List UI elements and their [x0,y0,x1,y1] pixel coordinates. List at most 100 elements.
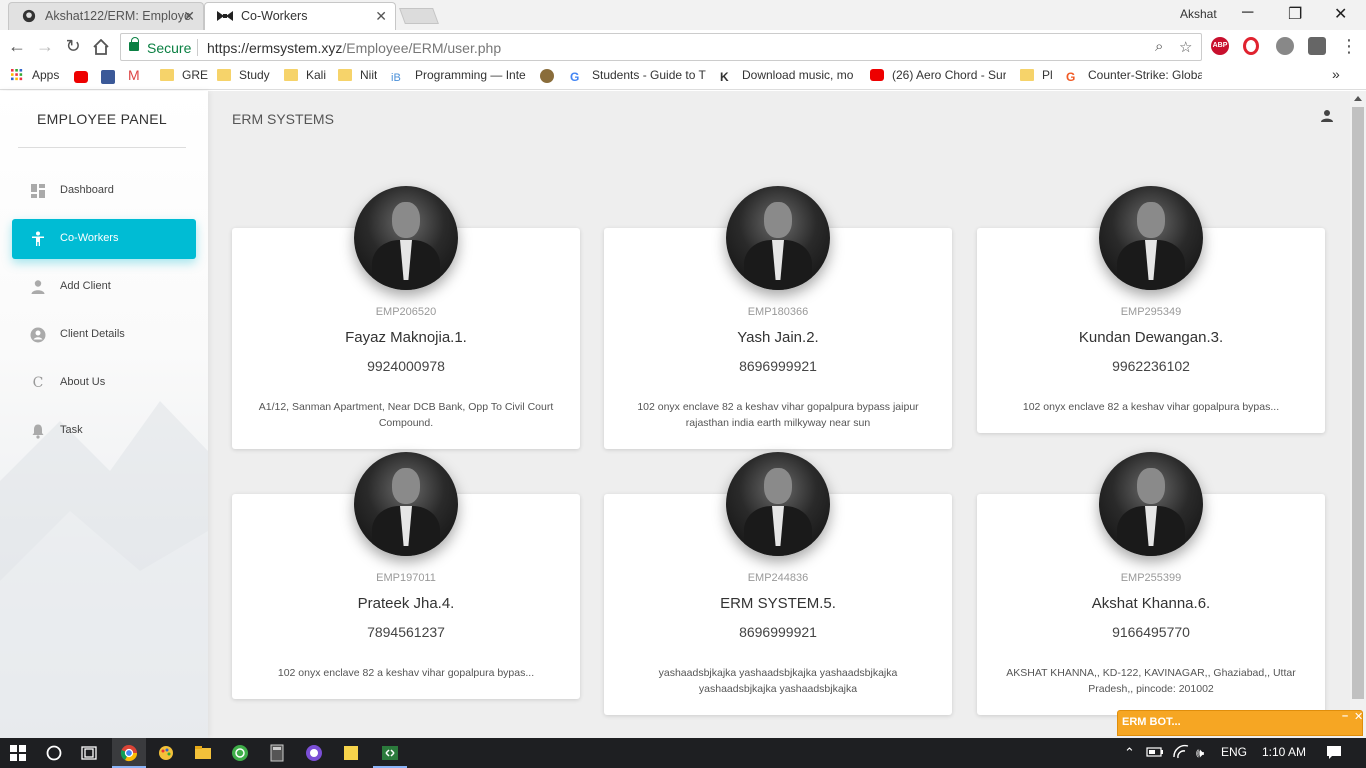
person-icon [32,231,44,246]
adblock-plus-icon[interactable]: ABP [1211,37,1229,55]
clock-time[interactable]: 1:10 AM [1262,745,1306,759]
opera-icon[interactable] [1243,37,1259,55]
browser-tab-strip: Akshat122/ERM: Employe ✕ Co-Workers ✕ Ak… [0,0,1366,30]
employee-id: EMP206520 [375,306,437,318]
menu-dots-icon[interactable]: ⋮ [1338,36,1360,57]
tab-co-workers[interactable]: Co-Workers ✕ [204,2,396,30]
minimize-icon[interactable]: ─ [1242,4,1253,22]
github-icon [22,9,36,23]
address-bar[interactable]: Secure https://ermsystem.xyz/Employee/ER… [120,33,1202,61]
employee-address: 102 onyx enclave 82 a keshav vihar gopal… [277,667,535,679]
more-bookmarks-icon[interactable]: » [1332,66,1340,82]
close-window-icon[interactable]: ✕ [1334,4,1347,24]
close-chat-icon[interactable]: ✕ [1354,710,1363,723]
volume-icon[interactable]: 🕪 [1196,745,1204,761]
bowtie-icon [217,11,233,21]
bookmark-star-icon[interactable]: ☆ [1179,38,1192,56]
bookmark-apps[interactable]: Apps [10,68,59,82]
restore-icon[interactable]: ❐ [1288,4,1302,24]
bookmark-label: Study [239,68,270,82]
app-purple-icon[interactable] [305,744,323,762]
sidebar-item-add-client[interactable]: Add Client [12,267,196,307]
shield-badge-icon[interactable] [540,69,554,83]
minimize-chat-icon[interactable]: – [1342,710,1348,722]
bookmark-download-music[interactable]: K Download music, mo [720,68,856,82]
sidebar-item-task[interactable]: Task [12,411,196,451]
bookmark-aero-chord[interactable]: (26) Aero Chord - Sur [870,68,1006,82]
gmail-icon[interactable]: M [128,67,140,83]
sidebar-item-dashboard[interactable]: Dashboard [12,171,196,211]
bookmark-study[interactable]: Study [217,68,270,82]
windows-start-icon[interactable] [10,745,26,761]
employee-id: EMP197011 [376,572,436,584]
battery-icon[interactable] [1146,745,1164,759]
sticky-notes-icon[interactable] [342,744,360,762]
scroll-up-icon[interactable] [1354,96,1362,101]
chat-bot-widget[interactable]: ERM BOT... – ✕ [1117,710,1363,736]
home-icon[interactable] [92,39,110,55]
bookmark-pl[interactable]: Pl [1020,68,1053,82]
task-view-icon[interactable] [80,744,98,762]
close-tab-icon[interactable]: ✕ [183,3,195,29]
vertical-scrollbar[interactable] [1350,91,1366,738]
tab-title: Co-Workers [241,9,308,23]
zoom-search-icon[interactable]: ⌕ [1155,38,1163,55]
k-logo-icon: K [720,70,729,82]
cortana-search-icon[interactable] [45,744,63,762]
sidebar: EMPLOYEE PANEL Dashboard Co-Workers Add … [0,91,208,738]
bookmark-students-guide[interactable]: G Students - Guide to T [570,68,706,82]
employee-card: EMP295349 Kundan Dewangan.3. 9962236102 … [977,186,1325,433]
scrollbar-thumb[interactable] [1352,107,1364,699]
secure-label: Secure [147,40,192,56]
employee-card: EMP255399 Akshat Khanna.6. 9166495770 AK… [977,452,1325,715]
taskbar-app-running[interactable] [373,738,407,768]
code-editor-icon [382,746,398,760]
forward-icon[interactable]: → [34,36,56,57]
sidebar-item-about-us[interactable]: C About Us [12,363,196,403]
tray-expand-icon[interactable]: ⌃ [1124,745,1135,761]
folder-icon [284,69,298,81]
chat-bot-title[interactable]: ERM BOT... [1122,716,1181,728]
employee-phone: 9962236102 [1112,358,1190,374]
close-tab-icon[interactable]: ✕ [375,3,387,29]
tab-github[interactable]: Akshat122/ERM: Employe ✕ [8,2,204,30]
bookmark-counter-strike[interactable]: G Counter-Strike: Globa [1066,68,1202,82]
bookmark-gre[interactable]: GRE [160,68,208,82]
account-circle-icon [30,327,46,343]
sidebar-brand[interactable]: EMPLOYEE PANEL [18,111,186,148]
youtube-icon[interactable] [74,71,88,83]
bookmark-niit[interactable]: Niit [338,68,377,82]
bookmark-label: Download music, mo [742,68,854,82]
profile-name[interactable]: Akshat [1180,7,1217,21]
page-title[interactable]: ERM SYSTEMS [232,111,334,127]
action-center-icon[interactable] [1325,744,1343,762]
paint-icon[interactable] [157,744,175,762]
extension-icon[interactable] [1276,37,1294,55]
sidebar-item-label: Co-Workers [60,232,119,244]
user-account-icon[interactable] [1320,109,1334,123]
bookmark-programming[interactable]: iB Programming — Inte [391,68,527,84]
language-indicator[interactable]: ENG [1221,745,1247,759]
back-icon[interactable]: ← [6,36,28,57]
employee-address: 102 onyx enclave 82 a keshav vihar gopal… [637,401,919,429]
employee-id: EMP295349 [1120,306,1182,318]
url-path: /Employee/ERM/user.php [342,40,502,56]
sidebar-item-client-details[interactable]: Client Details [12,315,196,355]
tab-title: Akshat122/ERM: Employe [45,9,191,23]
url-text[interactable]: https://ermsystem.xyz/Employee/ERM/user.… [207,40,501,56]
new-tab-button[interactable] [399,8,439,24]
chrome-icon [120,745,138,762]
calculator-icon[interactable] [268,744,286,762]
reload-icon[interactable]: ↻ [62,36,84,57]
add-person-icon [31,280,45,294]
bookmark-label: Apps [32,68,60,82]
wifi-icon[interactable] [1172,744,1190,760]
xbox-icon[interactable] [231,744,249,762]
sidebar-item-label: Add Client [60,280,111,292]
facebook-icon[interactable] [101,70,115,84]
extension-square-icon[interactable] [1308,37,1326,55]
bookmark-kali[interactable]: Kali [284,68,326,82]
sidebar-item-co-workers[interactable]: Co-Workers [12,219,196,259]
file-explorer-icon[interactable] [194,744,212,762]
taskbar-chrome-active[interactable] [112,738,146,768]
